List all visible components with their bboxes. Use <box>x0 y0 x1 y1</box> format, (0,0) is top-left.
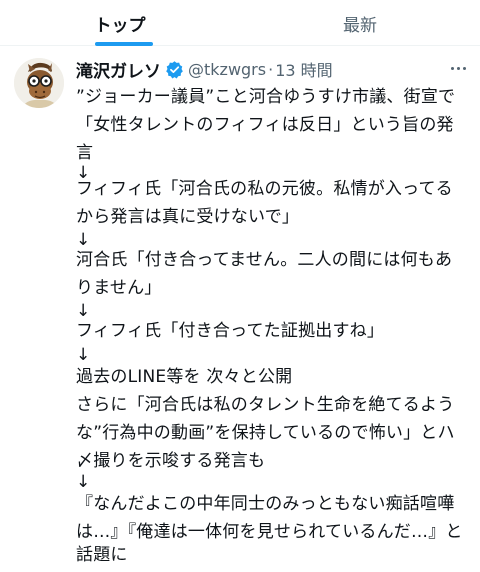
tweet-text-line: ”ジョーカー議員”こと河合ゆうすけ市議、街宣で <box>76 87 456 107</box>
tab-top[interactable]: トップ <box>0 0 240 46</box>
separator-dot: · <box>268 59 274 79</box>
tweet-text-line: な”行為中の動画”を保持しているので怖い」とハ <box>76 423 455 443</box>
user-handle[interactable]: @tkzwgrs <box>188 60 266 79</box>
tweet-text-line: 河合氏「付き合ってません。二人の間には何もあ <box>76 250 453 270</box>
avatar[interactable] <box>14 58 64 108</box>
tweet-text-line: は…』『俺達は一体何を見せられているんだ…』と <box>76 522 463 542</box>
tweet-text-line: フィフィ氏「河合氏の私の元彼。私情が入ってる <box>76 179 453 199</box>
timestamp[interactable]: 13 時間 <box>275 57 332 81</box>
tweet-text-line: 『なんだよこの中年同士のみっともない痴話喧嘩 <box>76 494 455 514</box>
tweet-header: 滝沢ガレソ @tkzwgrs · 13 時間 <box>76 56 333 82</box>
verified-badge-icon <box>165 60 184 79</box>
display-name[interactable]: 滝沢ガレソ <box>76 57 161 82</box>
tweet-text-line: 「女性タレントのフィフィは反日」という旨の発 <box>76 115 454 135</box>
tweet-text-line: フィフィ氏「付き合ってた証拠出すね」 <box>76 321 385 341</box>
tweet-text-line: 過去のLINE等を 次々と公開 <box>76 367 293 387</box>
tweet-text-line: さらに「河合氏は私のタレント生命を絶てるよう <box>76 395 455 415</box>
timeline-tab-bar: トップ 最新 <box>0 0 480 46</box>
active-tab-indicator <box>95 42 153 46</box>
tab-latest[interactable]: 最新 <box>240 0 480 46</box>
tweet-text-line: 話題に <box>76 545 128 565</box>
more-options-icon[interactable] <box>446 58 470 78</box>
tweet-text-line: から発言は真に受けないで」 <box>76 207 300 227</box>
horse-character-avatar-icon <box>14 58 64 108</box>
tweet-text-line: 〆撮りを示唆する発言も <box>76 451 266 471</box>
